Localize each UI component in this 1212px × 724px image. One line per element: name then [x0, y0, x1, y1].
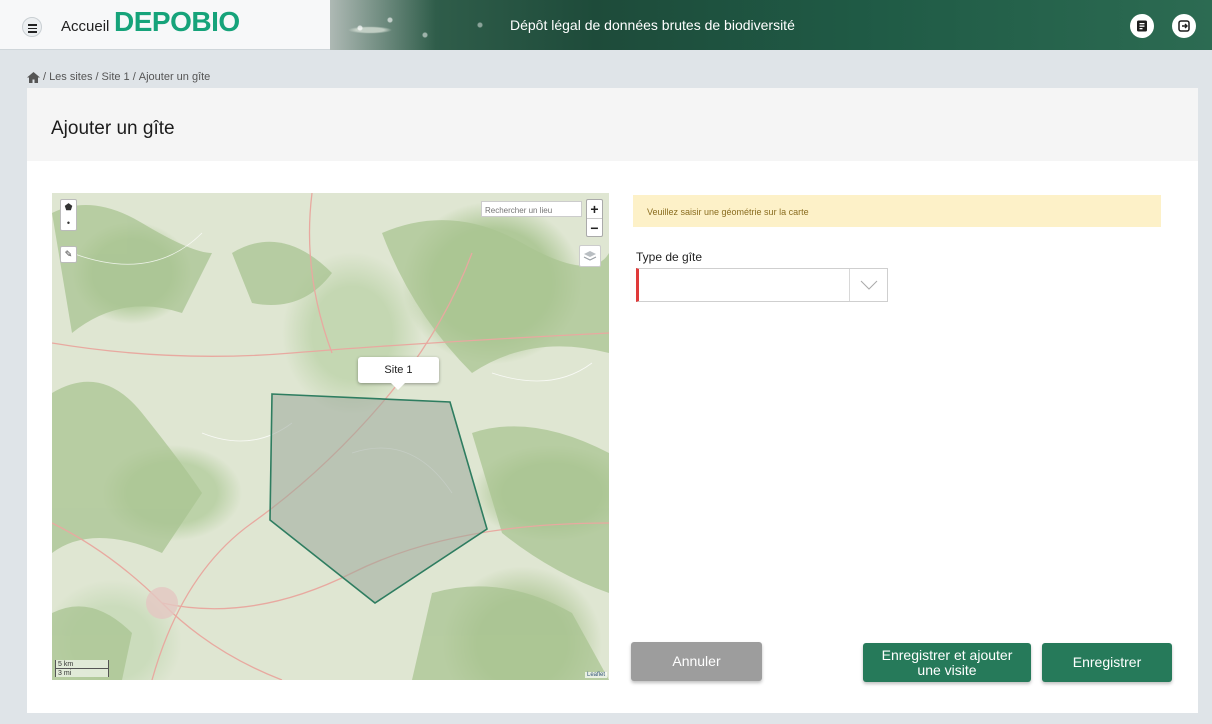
chevron-down-icon[interactable] [849, 269, 887, 301]
draw-marker-icon[interactable]: • [61, 215, 76, 230]
breadcrumb-separator: / [43, 71, 47, 83]
map-scale: 5 km 3 mi [55, 660, 109, 677]
zoom-out-button[interactable]: − [587, 218, 602, 236]
save-and-add-visit-label-line1: Enregistrer et ajouter [881, 646, 1013, 663]
page-header: Ajouter un gîte [27, 88, 1198, 161]
breadcrumb-separator: / [132, 71, 136, 83]
depobio-logo[interactable]: DEPOBIO [114, 6, 240, 38]
map-terrain [52, 193, 609, 680]
type-gite-select[interactable] [636, 268, 888, 302]
type-gite-label: Type de gîte [636, 250, 703, 264]
save-and-add-visit-label-line2: une visite [917, 661, 977, 678]
scale-mi: 3 mi [55, 668, 109, 677]
polygon-tooltip: Site 1 [358, 357, 439, 390]
logout-icon[interactable] [1172, 14, 1196, 38]
document-icon[interactable] [1130, 14, 1154, 38]
breadcrumb-item-site-1[interactable]: Site 1 [102, 71, 130, 83]
breadcrumb-separator: / [95, 71, 99, 83]
top-bar: Accueil DEPOBIO Dépôt légal de données b… [0, 0, 1212, 50]
edit-toolbar: ✎ [60, 246, 77, 263]
edit-icon[interactable]: ✎ [61, 247, 76, 262]
map[interactable]: ⬟ • ✎ + − Site 1 5 km 3 mi Leaflet [52, 193, 609, 680]
save-and-add-visit-button[interactable]: Enregistrer et ajouter une visite [863, 643, 1031, 682]
breadcrumb-item-current: Ajouter un gîte [138, 71, 211, 83]
draw-polygon-icon[interactable]: ⬟ [61, 200, 76, 215]
draw-toolbar: ⬟ • [60, 199, 77, 231]
hamburger-icon[interactable] [22, 17, 42, 37]
banner-title: Dépôt légal de données brutes de biodive… [510, 17, 795, 33]
home-link[interactable]: Accueil [61, 18, 109, 35]
page-title: Ajouter un gîte [51, 118, 175, 139]
zoom-in-button[interactable]: + [587, 200, 602, 218]
layers-icon[interactable] [579, 245, 601, 267]
home-icon[interactable] [27, 71, 40, 83]
breadcrumb: / Les sites / Site 1 / Ajouter un gîte [27, 71, 210, 83]
banner: Dépôt légal de données brutes de biodive… [330, 0, 1212, 50]
save-and-add-visit-label: Enregistrer et ajouter une visite [881, 646, 1013, 678]
map-attribution[interactable]: Leaflet [584, 672, 607, 678]
cancel-button[interactable]: Annuler [631, 642, 762, 681]
breadcrumb-item-sites[interactable]: Les sites [49, 71, 92, 83]
geometry-warning: Veuillez saisir une géométrie sur la car… [633, 195, 1161, 227]
save-button[interactable]: Enregistrer [1042, 643, 1172, 682]
zoom-control: + − [586, 199, 603, 237]
map-search-input[interactable] [481, 201, 582, 217]
